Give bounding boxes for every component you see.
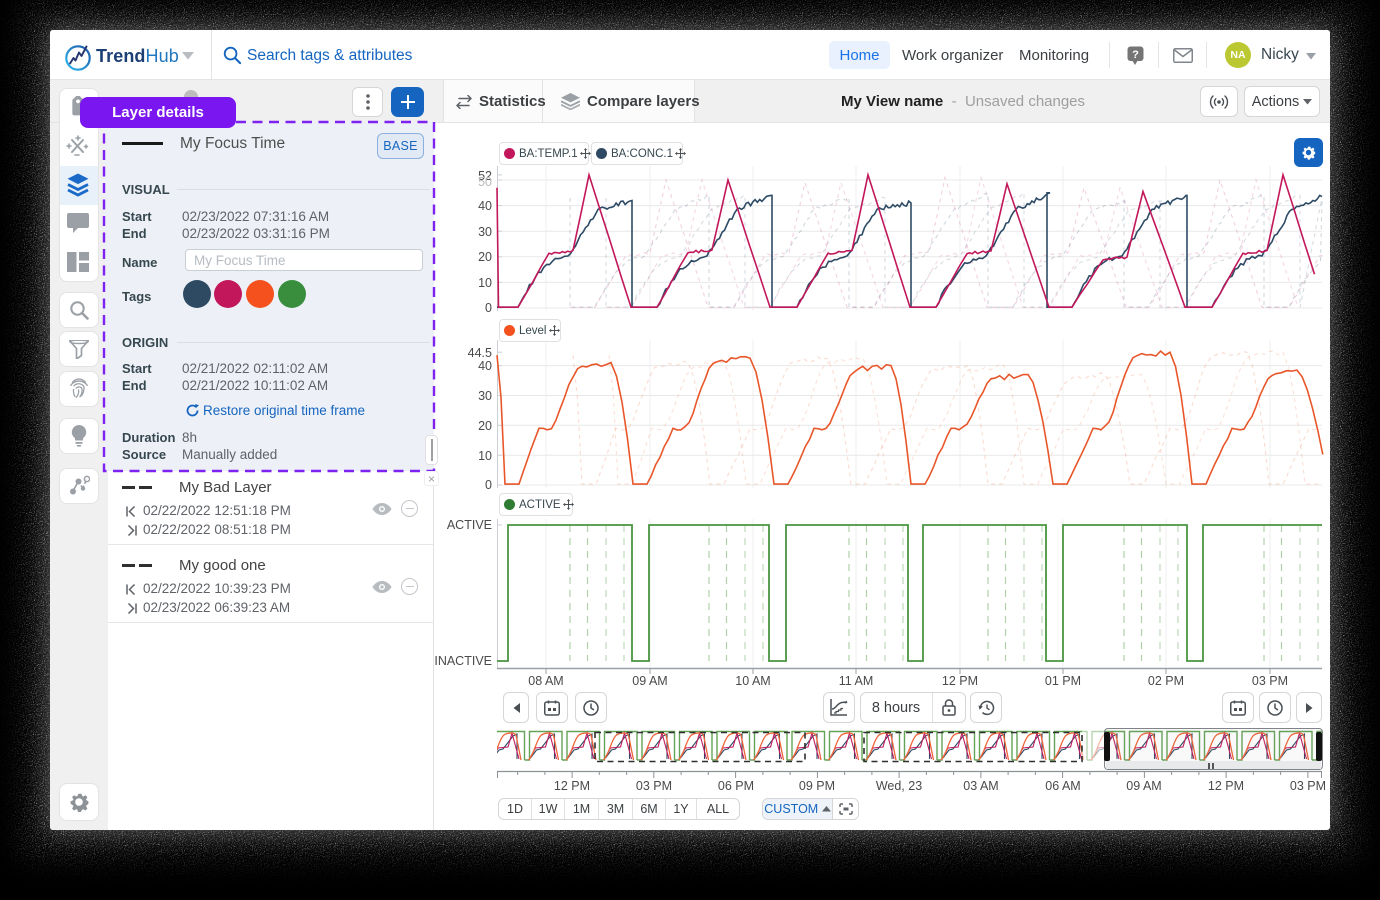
svg-text:12 PM: 12 PM (554, 779, 590, 793)
svg-text:06 AM: 06 AM (1045, 779, 1080, 793)
svg-text:06 PM: 06 PM (718, 779, 754, 793)
svg-text:09 AM: 09 AM (1126, 779, 1161, 793)
svg-text:02 PM: 02 PM (1148, 674, 1184, 688)
svg-text:11 AM: 11 AM (839, 674, 874, 688)
svg-text:?: ? (1132, 49, 1139, 61)
svg-text:08 AM: 08 AM (528, 674, 563, 688)
svg-text:03 PM: 03 PM (636, 779, 672, 793)
svg-text:09 AM: 09 AM (632, 674, 667, 688)
svg-text:Wed, 23: Wed, 23 (876, 779, 922, 793)
svg-text:12 PM: 12 PM (1208, 779, 1244, 793)
svg-text:03 PM: 03 PM (1290, 779, 1326, 793)
svg-text:10 AM: 10 AM (735, 674, 770, 688)
svg-text:12 PM: 12 PM (942, 674, 978, 688)
svg-text:09 PM: 09 PM (799, 779, 835, 793)
svg-text:03 PM: 03 PM (1252, 674, 1288, 688)
svg-text:03 AM: 03 AM (963, 779, 998, 793)
svg-text:01 PM: 01 PM (1045, 674, 1081, 688)
